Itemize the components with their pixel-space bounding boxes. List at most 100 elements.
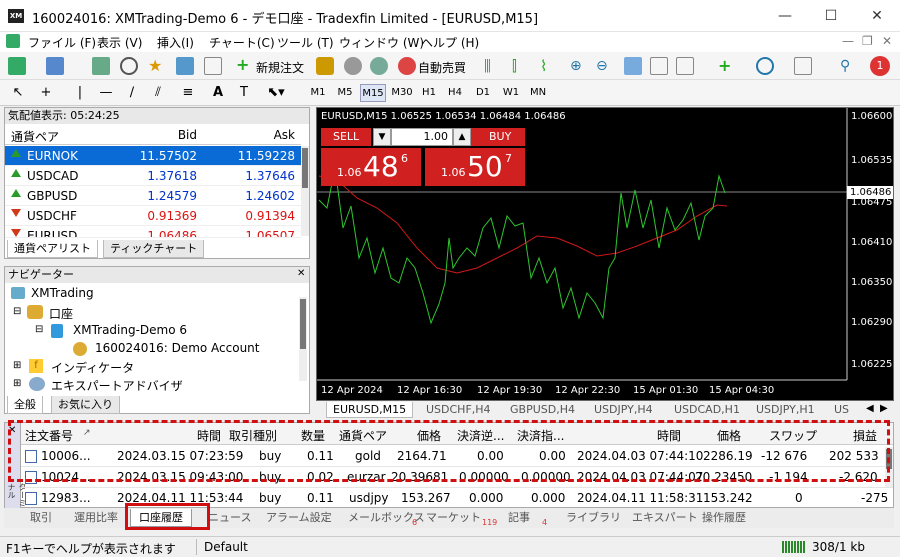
nav-item-account[interactable]: 160024016: Demo Account (95, 341, 260, 355)
header-bid[interactable]: Bid (178, 128, 197, 142)
chart-tab-usdjpy-h1[interactable]: USDJPY,H1 (750, 402, 821, 418)
zoom-in-icon[interactable]: ⊕ (570, 57, 588, 75)
profiles-icon[interactable] (46, 57, 64, 75)
arrows-icon[interactable]: ⬉▾ (264, 84, 288, 102)
signals-icon[interactable] (344, 57, 362, 75)
close-button[interactable]: ✕ (854, 0, 900, 32)
menu-insert[interactable]: 挿入(I) (157, 34, 194, 51)
chart-tab-usdcad-h1[interactable]: USDCAD,H1 (668, 402, 746, 418)
horizontal-line-icon[interactable]: — (98, 84, 114, 102)
timeframe-m5[interactable]: M5 (333, 84, 357, 102)
market-watch-scrollbar[interactable] (301, 146, 309, 236)
crosshair-icon[interactable]: + (38, 84, 54, 102)
search-icon[interactable]: ⚲ (840, 57, 858, 75)
timeframe-h1[interactable]: H1 (418, 84, 440, 102)
line-chart-icon[interactable]: ⌇ (540, 57, 558, 75)
buy-price[interactable]: 1.06 50 7 (425, 148, 525, 186)
market-watch-row[interactable]: USDCHF 0.91369 0.91394 (5, 206, 301, 226)
tab-exposure[interactable]: 運用比率 (74, 509, 118, 527)
templates-icon[interactable] (794, 57, 812, 75)
market-watch-row[interactable]: USDCAD 1.37618 1.37646 (5, 166, 301, 186)
menu-help[interactable]: ヘルプ (H) (421, 34, 479, 51)
timeframe-d1[interactable]: D1 (472, 84, 494, 102)
sell-button[interactable]: SELL (321, 128, 371, 146)
new-order-icon[interactable]: + (236, 57, 254, 75)
lot-increase-button[interactable]: ▲ (453, 128, 471, 146)
trendline-icon[interactable]: ∕ (124, 84, 140, 102)
navigator-close-icon[interactable]: ✕ (297, 268, 305, 279)
child-close-button[interactable]: ✕ (882, 34, 892, 48)
menu-tools[interactable]: ツール (T) (277, 34, 334, 51)
market-watch-row[interactable]: EURNOK 11.57502 11.59228 (5, 146, 301, 166)
timeframe-m15[interactable]: M15 (360, 84, 386, 102)
terminal-icon[interactable] (176, 57, 194, 75)
tab-trade[interactable]: 取引 (30, 509, 52, 527)
menu-view[interactable]: 表示 (V) (97, 34, 142, 51)
navigator-icon[interactable] (120, 57, 138, 75)
tab-favorites[interactable]: お気に入り (51, 396, 120, 414)
new-order-button[interactable]: 新規注文 (256, 59, 304, 76)
chart-tab-usdjpy-h4[interactable]: USDJPY,H4 (588, 402, 659, 418)
chart-shift-icon[interactable] (676, 57, 694, 75)
bar-chart-icon[interactable]: ⫼ (484, 57, 502, 75)
cursor-icon[interactable]: ↖ (10, 84, 26, 102)
text-icon[interactable]: A (210, 84, 226, 102)
chart-tab-us[interactable]: US (828, 402, 855, 418)
expand-icon[interactable]: ⊞ (13, 360, 21, 371)
maximize-button[interactable]: ☐ (808, 0, 854, 32)
lot-decrease-button[interactable]: ▼ (373, 128, 391, 146)
vertical-line-icon[interactable]: | (72, 84, 88, 102)
timeframe-w1[interactable]: W1 (499, 84, 523, 102)
tab-general[interactable]: 全般 (7, 396, 43, 414)
auto-trading-button[interactable]: 自動売買 (418, 59, 466, 76)
menu-chart[interactable]: チャート(C) (209, 34, 275, 51)
tab-experts[interactable]: エキスパート (632, 509, 698, 527)
metaeditor-icon[interactable] (316, 57, 334, 75)
tab-symbol-list[interactable]: 通貨ペアリスト (7, 240, 98, 258)
tab-library[interactable]: ライブラリ (566, 509, 621, 527)
market-watch-row[interactable]: GBPUSD 1.24579 1.24602 (5, 186, 301, 206)
indicators-icon[interactable]: + (718, 57, 736, 75)
nav-item-broker[interactable]: XMTrading (31, 286, 94, 300)
collapse-icon[interactable]: ⊟ (35, 324, 43, 335)
sell-price[interactable]: 1.06 48 6 (321, 148, 421, 186)
chart-tab-eurusd-m15[interactable]: EURUSD,M15 (326, 402, 414, 418)
tab-tick-chart[interactable]: ティックチャート (103, 240, 205, 258)
market-watch-icon[interactable] (92, 57, 110, 75)
periods-icon[interactable] (756, 57, 774, 75)
expand-icon[interactable]: ⊞ (13, 378, 21, 389)
timeframe-m30[interactable]: M30 (389, 84, 415, 102)
tester-icon[interactable] (204, 57, 222, 75)
channel-icon[interactable]: ⫽ (150, 84, 166, 102)
chart-tab-gbpusd-h4[interactable]: GBPUSD,H4 (504, 402, 581, 418)
child-restore-button[interactable]: ❐ (862, 34, 873, 48)
market-watch-row[interactable]: EURUSD 1.06486 1.06507 (5, 226, 301, 238)
tab-market[interactable]: マーケット (426, 509, 481, 527)
timeframe-mn[interactable]: MN (526, 84, 550, 102)
header-symbol[interactable]: 通貨ペア (11, 128, 59, 145)
tab-news[interactable]: ニュース (208, 509, 251, 527)
tab-scroll-left-icon[interactable]: ◀ (866, 403, 874, 414)
candlestick-icon[interactable]: ⫿ (512, 57, 530, 75)
tile-windows-icon[interactable] (624, 57, 642, 75)
menu-file[interactable]: ファイル (F) (28, 34, 96, 51)
chart-tab-usdchf-h4[interactable]: USDCHF,H4 (420, 402, 497, 418)
navigator-scrollbar[interactable] (299, 297, 307, 381)
collapse-icon[interactable]: ⊟ (13, 306, 21, 317)
auto-trading-icon[interactable] (398, 57, 416, 75)
tab-alerts[interactable]: アラーム設定 (266, 509, 332, 527)
notification-icon[interactable]: 1 (870, 56, 890, 76)
timeframe-h4[interactable]: H4 (444, 84, 466, 102)
tab-scroll-right-icon[interactable]: ▶ (880, 403, 888, 414)
new-chart-icon[interactable] (8, 57, 26, 75)
tab-journal[interactable]: 操作履歴 (702, 509, 746, 527)
minimize-button[interactable]: — (762, 0, 808, 32)
nav-item-indicators[interactable]: インディケータ (51, 359, 134, 376)
price-chart[interactable]: EURUSD,M15 1.06525 1.06534 1.06484 1.064… (316, 107, 894, 401)
star-icon[interactable]: ★ (148, 57, 166, 75)
nav-item-experts[interactable]: エキスパートアドバイザ (51, 377, 183, 394)
zoom-out-icon[interactable]: ⊖ (596, 57, 614, 75)
autoscroll-icon[interactable] (650, 57, 668, 75)
child-minimize-button[interactable]: — (842, 34, 854, 48)
buy-button[interactable]: BUY (471, 128, 525, 146)
